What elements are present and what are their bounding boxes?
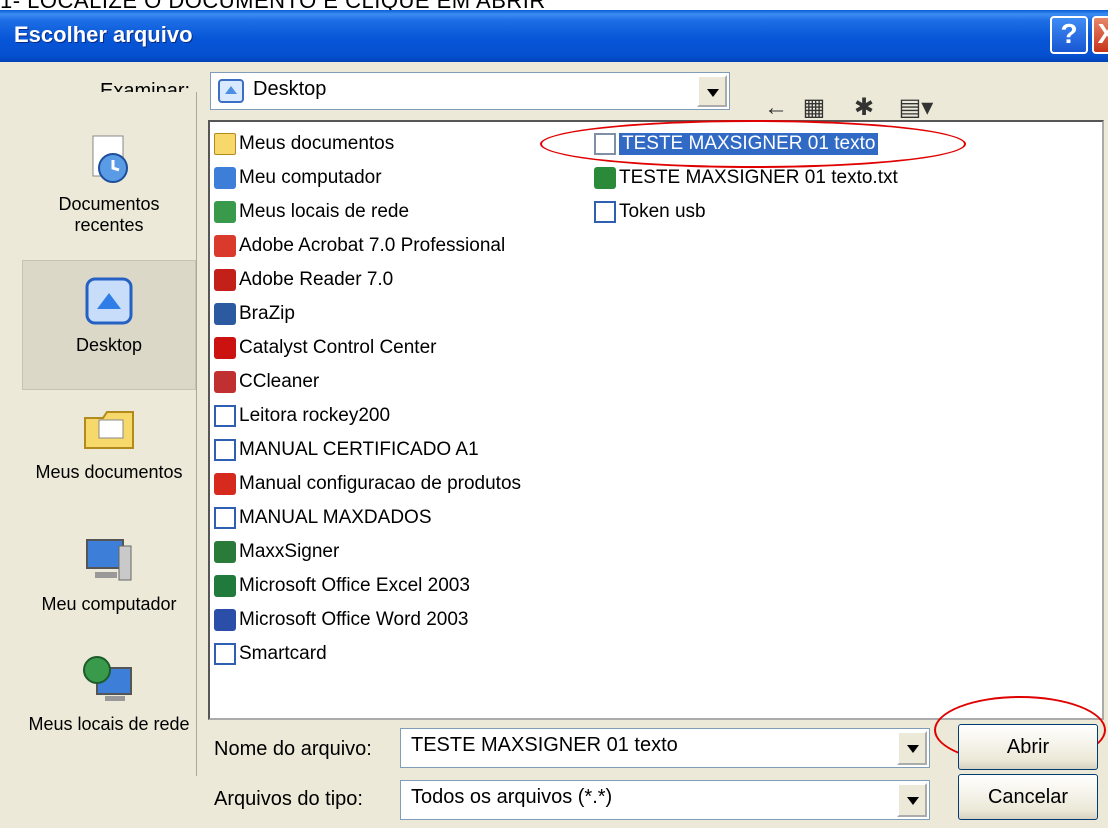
filename-label: Nome do arquivo: xyxy=(214,738,372,760)
desktop-icon xyxy=(218,79,244,103)
maxxsigner-shortcut-icon xyxy=(214,541,236,563)
chevron-down-icon[interactable] xyxy=(897,731,927,765)
file-name: TESTE MAXSIGNER 01 texto.txt xyxy=(619,167,898,188)
word-doc-icon xyxy=(594,201,616,223)
computer-icon xyxy=(214,167,236,189)
file-name: Catalyst Control Center xyxy=(239,337,437,358)
list-item[interactable]: Microsoft Office Word 2003 xyxy=(214,606,469,634)
file-name: Manual configuracao de produtos xyxy=(239,473,522,494)
file-name: MaxxSigner xyxy=(239,541,340,562)
list-item[interactable]: Adobe Reader 7.0 xyxy=(214,266,393,294)
file-name: Token usb xyxy=(619,201,706,222)
network-places-icon xyxy=(83,656,132,701)
view-menu-icon[interactable]: ▤▾ xyxy=(898,94,934,122)
file-name: MANUAL MAXDADOS xyxy=(239,507,432,528)
pdf-icon xyxy=(214,473,236,495)
annotation-ellipse-file xyxy=(540,120,966,168)
list-item[interactable]: Microsoft Office Excel 2003 xyxy=(214,572,470,600)
up-folder-icon[interactable]: ▦ xyxy=(800,94,828,122)
file-name: BraZip xyxy=(239,303,295,324)
list-item[interactable]: Meus locais de rede xyxy=(214,198,409,226)
list-item[interactable]: Leitora rockey200 xyxy=(214,402,390,430)
ccleaner-shortcut-icon xyxy=(214,371,236,393)
word-doc-icon xyxy=(214,439,236,461)
file-name: Meus documentos xyxy=(239,133,395,154)
list-item[interactable]: Smartcard xyxy=(214,640,327,668)
file-name: Microsoft Office Excel 2003 xyxy=(239,575,470,596)
file-name: MANUAL CERTIFICADO A1 xyxy=(239,439,479,460)
reader-shortcut-icon xyxy=(214,269,236,291)
list-item[interactable]: Meu computador xyxy=(214,164,382,192)
back-arrow-icon[interactable]: ← xyxy=(762,94,790,122)
file-name: Leitora rockey200 xyxy=(239,405,391,426)
word-doc-icon xyxy=(214,643,236,665)
file-name: Meus locais de rede xyxy=(239,201,410,222)
my-documents-icon xyxy=(84,411,134,449)
list-item[interactable]: BraZip xyxy=(214,300,295,328)
filetype-dropdown[interactable]: Todos os arquivos (*.*) xyxy=(400,780,930,820)
file-list[interactable]: Meus documentos Meu computador Meus locais… xyxy=(208,120,1104,720)
desktop-place-icon xyxy=(85,277,133,325)
look-in-dropdown[interactable]: Desktop xyxy=(210,72,730,110)
list-item[interactable]: MaxxSigner xyxy=(214,538,339,566)
open-file-dialog: Escolher arquivo ? X Examinar: Desktop ←… xyxy=(0,10,1108,828)
excel-icon xyxy=(214,575,236,597)
list-item[interactable]: Catalyst Control Center xyxy=(214,334,436,362)
file-name: Meu computador xyxy=(239,167,382,188)
look-in-value: Desktop xyxy=(253,78,327,100)
signed-file-icon xyxy=(594,167,616,189)
title-bar: Escolher arquivo ? X xyxy=(0,10,1108,62)
filetype-label: Arquivos do tipo: xyxy=(214,788,363,810)
list-item[interactable]: Token usb xyxy=(594,198,706,226)
file-name: Adobe Reader 7.0 xyxy=(239,269,394,290)
list-item[interactable]: MANUAL CERTIFICADO A1 xyxy=(214,436,479,464)
list-item[interactable]: Meus documentos xyxy=(214,130,394,158)
place-desktop[interactable]: Desktop xyxy=(22,260,196,390)
word-app-icon xyxy=(214,609,236,631)
list-item[interactable]: MANUAL MAXDADOS xyxy=(214,504,432,532)
cancel-button[interactable]: Cancelar xyxy=(958,774,1098,820)
file-name: Microsoft Office Word 2003 xyxy=(239,609,469,630)
new-folder-icon[interactable]: ✱ xyxy=(850,94,878,122)
word-doc-icon xyxy=(214,405,236,427)
recent-documents-icon xyxy=(92,135,128,183)
brazip-icon xyxy=(214,303,236,325)
file-name: Adobe Acrobat 7.0 Professional xyxy=(239,235,506,256)
folder-icon xyxy=(214,133,236,155)
list-item[interactable]: Manual configuracao de produtos xyxy=(214,470,521,498)
network-icon xyxy=(214,201,236,223)
filename-value: TESTE MAXSIGNER 01 texto xyxy=(411,734,678,756)
close-button[interactable]: X xyxy=(1092,16,1108,54)
file-name: Smartcard xyxy=(239,643,327,664)
chevron-down-icon[interactable] xyxy=(897,783,927,817)
word-doc-icon xyxy=(214,507,236,529)
filetype-value: Todos os arquivos (*.*) xyxy=(411,786,613,808)
place-label-my-computer: Meu computador xyxy=(41,594,177,614)
list-item[interactable]: CCleaner xyxy=(214,368,319,396)
filename-input[interactable]: TESTE MAXSIGNER 01 texto xyxy=(400,728,930,768)
dialog-title: Escolher arquivo xyxy=(14,22,193,47)
acrobat-shortcut-icon xyxy=(214,235,236,257)
place-label-my-documents: Meus documentos xyxy=(35,462,183,482)
chevron-down-icon[interactable] xyxy=(697,75,727,107)
places-bar: Documentos recentes Desktop Meus documen… xyxy=(22,92,197,776)
my-computer-icon xyxy=(86,539,132,581)
open-button[interactable]: Abrir xyxy=(958,724,1098,770)
place-recent-documents[interactable]: Documentos recentes xyxy=(22,132,196,236)
place-label-network: Meus locais de rede xyxy=(28,714,190,734)
place-label-recent: Documentos recentes xyxy=(58,194,160,235)
list-item[interactable]: TESTE MAXSIGNER 01 texto.txt xyxy=(594,164,898,192)
place-my-computer[interactable]: Meu computador xyxy=(22,532,196,615)
place-my-documents[interactable]: Meus documentos xyxy=(22,400,196,483)
list-item[interactable]: Adobe Acrobat 7.0 Professional xyxy=(214,232,505,260)
place-network[interactable]: Meus locais de rede xyxy=(22,652,196,735)
file-name: CCleaner xyxy=(239,371,320,392)
help-button[interactable]: ? xyxy=(1050,16,1088,54)
ati-icon xyxy=(214,337,236,359)
place-label-desktop: Desktop xyxy=(75,335,143,355)
